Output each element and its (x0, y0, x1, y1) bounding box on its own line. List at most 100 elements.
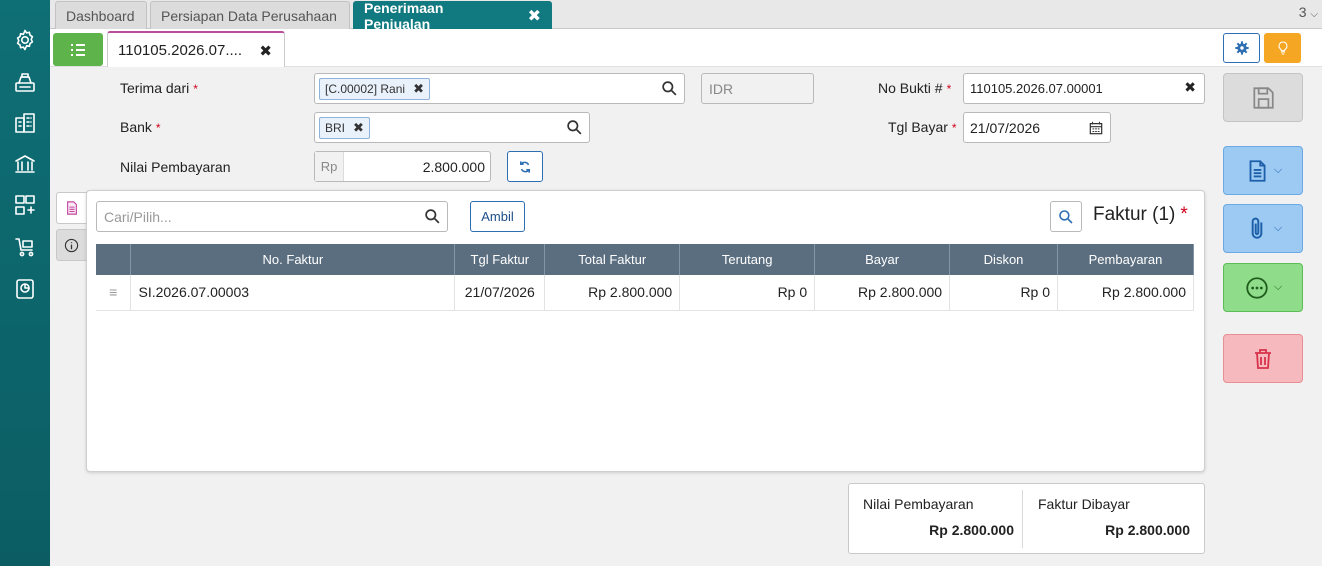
refresh-icon (520, 160, 530, 173)
delete-button[interactable] (1223, 334, 1303, 383)
column-header[interactable]: Bayar (814, 244, 951, 275)
ambil-button[interactable]: Ambil (470, 201, 525, 232)
search-icon[interactable] (424, 208, 441, 225)
search-icon (1059, 209, 1073, 224)
tab-count-label: 3 (1298, 4, 1307, 20)
bank-chip-label: BRI (325, 121, 346, 135)
list-icon (71, 43, 85, 56)
tab-persiapan[interactable]: Persiapan Data Perusahaan (150, 1, 350, 29)
faktur-search-input[interactable]: Cari/Pilih... (96, 201, 448, 232)
tips-button[interactable] (1264, 33, 1301, 63)
chevron-down-icon: ⌵ (1273, 164, 1283, 176)
column-header[interactable]: Pembayaran (1057, 244, 1194, 275)
summary-faktur-value: Rp 2.800.000 (1105, 522, 1190, 538)
more-actions-button[interactable]: ⌵ (1223, 263, 1303, 312)
table-row[interactable]: ≡ SI.2026.07.00003 21/07/2026 Rp 2.800.0… (96, 275, 1194, 311)
document-icon (67, 201, 77, 215)
currency-field: IDR (701, 73, 814, 104)
document-tab[interactable]: 110105.2026.07.... ✖ (107, 31, 285, 67)
gear-icon (1234, 41, 1249, 55)
total-faktur-cell: Rp 2.800.000 (544, 275, 681, 311)
faktur-table: No. Faktur Tgl Faktur Total Faktur Terut… (96, 244, 1194, 311)
lightbulb-icon (1278, 41, 1287, 55)
pembayaran-cell: Rp 2.800.000 (1057, 275, 1194, 311)
remove-chip-icon[interactable]: ✖ (413, 81, 424, 97)
top-tab-bar: Dashboard Persiapan Data Perusahaan Pene… (50, 0, 1322, 32)
bank-input[interactable]: BRI ✖ (314, 112, 590, 143)
currency-value: IDR (709, 81, 734, 97)
table-header-row: No. Faktur Tgl Faktur Total Faktur Terut… (96, 244, 1194, 275)
search-icon[interactable] (661, 80, 678, 97)
tab-count-dropdown[interactable]: 3 ⌵ (1299, 4, 1318, 20)
terima-dari-label: Terima dari * (120, 80, 198, 96)
form-area: Terima dari * [C.00002] Rani ✖ IDR No Buk… (50, 67, 1322, 566)
payment-summary: Nilai Pembayaran Rp 2.800.000 Faktur Dib… (848, 483, 1205, 554)
list-view-button[interactable] (53, 33, 103, 66)
tgl-bayar-label: Tgl Bayar * (888, 119, 957, 135)
building-icon[interactable] (12, 110, 38, 136)
column-header[interactable]: Diskon (949, 244, 1059, 275)
bank-label: Bank * (120, 119, 161, 135)
attachment-button[interactable]: ⌵ (1223, 204, 1303, 253)
drag-handle-icon[interactable]: ≡ (96, 275, 132, 311)
trash-icon (1255, 348, 1271, 369)
save-button[interactable] (1223, 73, 1303, 122)
faktur-search-button[interactable] (1050, 201, 1082, 232)
tab-penerimaan[interactable]: Penerimaan Penjualan ✖ (353, 0, 552, 32)
tab-persiapan-label: Persiapan Data Perusahaan (161, 7, 337, 24)
close-icon[interactable]: ✖ (528, 6, 541, 26)
tgl-bayar-value: 21/07/2026 (970, 120, 1041, 136)
tab-dashboard[interactable]: Dashboard (55, 1, 147, 29)
tab-penerimaan-label: Penerimaan Penjualan (364, 0, 444, 32)
nilai-pembayaran-value: 2.800.000 (422, 159, 485, 175)
paperclip-icon (1251, 217, 1263, 239)
left-sidebar (0, 0, 50, 566)
no-bukti-label: No Bukti # * (878, 80, 952, 96)
summary-faktur-label: Faktur Dibayar (1038, 496, 1130, 512)
faktur-title: Faktur (1) * (1093, 204, 1188, 225)
settings-icon[interactable] (12, 27, 38, 53)
close-icon[interactable]: ✖ (259, 42, 272, 60)
more-icon (1246, 276, 1268, 299)
terima-dari-input[interactable]: [C.00002] Rani ✖ (314, 73, 685, 104)
column-header[interactable]: Terutang (679, 244, 816, 275)
inventory-icon[interactable] (12, 192, 38, 218)
document-icon (1249, 159, 1266, 182)
nilai-pembayaran-input[interactable]: Rp 2.800.000 (314, 151, 491, 182)
summary-nilai-label: Nilai Pembayaran (863, 496, 974, 512)
refresh-button[interactable] (507, 151, 543, 182)
document-tab-label: 110105.2026.07.... (118, 41, 242, 59)
column-header[interactable]: Total Faktur (544, 244, 681, 275)
bayar-cell[interactable]: Rp 2.800.000 (814, 275, 951, 311)
report-icon[interactable] (12, 276, 38, 302)
summary-nilai-value: Rp 2.800.000 (929, 522, 1014, 538)
tgl-faktur-cell: 21/07/2026 (454, 275, 546, 311)
no-faktur-cell: SI.2026.07.00003 (130, 275, 456, 311)
chevron-down-icon: ⌵ (1273, 281, 1283, 293)
no-bukti-value: 110105.2026.07.00001 (970, 81, 1103, 96)
info-icon (64, 238, 79, 252)
tab-dashboard-label: Dashboard (66, 7, 135, 24)
currency-prefix: Rp (315, 152, 344, 181)
remove-chip-icon[interactable]: ✖ (353, 120, 364, 136)
diskon-cell[interactable]: Rp 0 (949, 275, 1059, 311)
terutang-cell: Rp 0 (679, 275, 816, 311)
document-toolbar: 110105.2026.07.... ✖ (50, 29, 1322, 67)
save-icon (1253, 86, 1274, 109)
column-header[interactable]: Tgl Faktur (454, 244, 546, 275)
column-header[interactable]: No. Faktur (130, 244, 456, 275)
calendar-icon[interactable] (1089, 121, 1103, 135)
tab-detail[interactable] (56, 192, 87, 224)
settings-button[interactable] (1223, 33, 1260, 63)
document-menu-button[interactable]: ⌵ (1223, 146, 1303, 195)
chevron-down-icon: ⌵ (1310, 9, 1318, 20)
tab-info[interactable] (56, 229, 87, 261)
cart-icon[interactable] (12, 234, 38, 260)
cashier-icon[interactable] (12, 69, 38, 95)
clear-icon[interactable]: ✖ (1184, 79, 1196, 96)
no-bukti-input[interactable]: 110105.2026.07.00001 ✖ (963, 73, 1205, 104)
search-icon[interactable] (566, 119, 583, 136)
bank-icon[interactable] (12, 151, 38, 177)
summary-divider (1022, 490, 1023, 548)
tgl-bayar-input[interactable]: 21/07/2026 (963, 112, 1111, 143)
